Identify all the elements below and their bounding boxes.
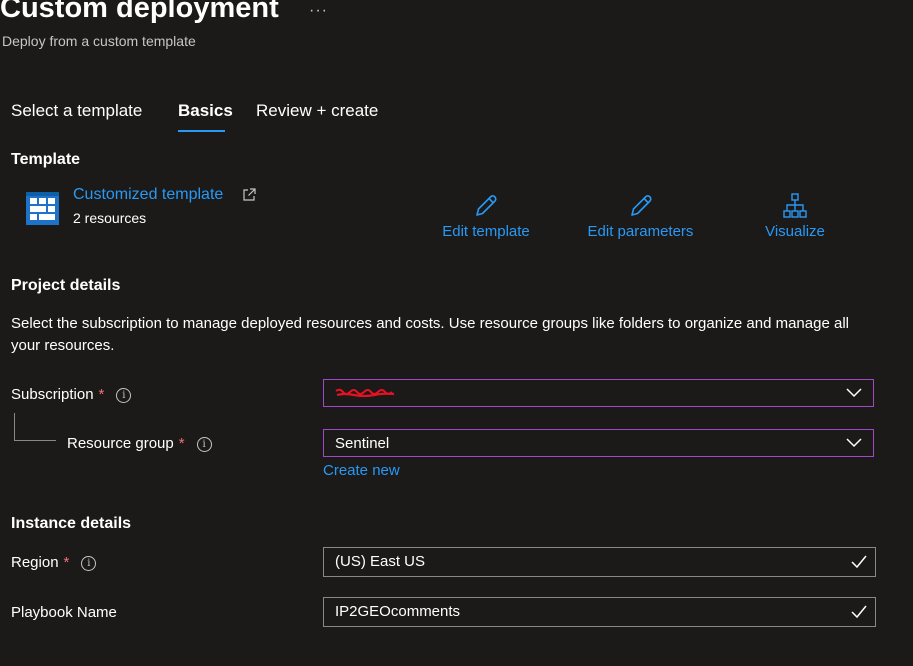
resource-group-label-text: Resource group <box>67 435 174 452</box>
instance-details-heading: Instance details <box>11 515 132 532</box>
customized-template-link[interactable]: Customized template <box>73 186 223 204</box>
checkmark-icon <box>851 605 867 619</box>
info-icon[interactable]: i <box>81 556 97 571</box>
project-details-description: Select the subscription to manage deploy… <box>11 315 849 354</box>
active-tab-indicator <box>178 130 225 132</box>
tree-connector <box>14 413 15 440</box>
info-icon[interactable]: i <box>116 388 132 403</box>
playbook-name-label: Playbook Name <box>11 604 117 621</box>
required-marker: * <box>178 435 185 452</box>
resource-group-value: Sentinel <box>335 435 390 452</box>
template-section-heading: Template <box>11 151 81 168</box>
visualize-button[interactable]: Visualize <box>762 193 828 240</box>
hierarchy-icon <box>783 193 807 218</box>
more-options-button[interactable]: ··· <box>309 2 328 20</box>
pencil-icon <box>476 195 497 216</box>
edit-template-button[interactable]: Edit template <box>436 193 536 240</box>
playbook-name-input[interactable]: IP2GEOcomments <box>323 597 876 627</box>
subscription-label: Subscription * i <box>11 386 132 403</box>
page-subtitle: Deploy from a custom template <box>2 33 196 49</box>
region-label-text: Region <box>11 554 59 571</box>
required-marker: * <box>98 386 105 403</box>
resource-group-label: Resource group * i <box>67 435 212 452</box>
edit-parameters-button[interactable]: Edit parameters <box>582 193 699 240</box>
resource-group-select[interactable]: Sentinel <box>323 429 874 457</box>
region-label: Region * i <box>11 554 97 571</box>
tab-review-create[interactable]: Review + create <box>256 101 378 121</box>
resources-count: 2 resources <box>73 210 147 226</box>
page-title: Custom deployment <box>0 0 279 24</box>
pencil-icon <box>630 195 652 216</box>
create-new-resource-group-link[interactable]: Create new <box>323 462 400 479</box>
info-icon[interactable]: i <box>196 437 212 452</box>
edit-parameters-label: Edit parameters <box>587 223 694 240</box>
tab-select-a-template[interactable]: Select a template <box>11 101 142 121</box>
template-grid-icon <box>26 192 59 225</box>
checkmark-icon <box>851 555 867 569</box>
visualize-label: Visualize <box>765 223 825 240</box>
tab-basics[interactable]: Basics <box>178 101 233 121</box>
required-marker: * <box>63 554 70 571</box>
redaction-mark <box>335 388 395 398</box>
tree-connector <box>14 440 56 441</box>
edit-template-label: Edit template <box>442 223 530 240</box>
playbook-name-value: IP2GEOcomments <box>335 603 461 620</box>
subscription-label-text: Subscription <box>11 386 94 403</box>
chevron-down-icon <box>846 388 862 398</box>
project-details-heading: Project details <box>11 277 121 294</box>
chevron-down-icon <box>846 438 862 448</box>
region-value: (US) East US <box>335 553 426 570</box>
region-select[interactable]: (US) East US <box>323 547 876 577</box>
subscription-select[interactable] <box>323 379 874 407</box>
external-link-icon[interactable] <box>242 188 256 202</box>
